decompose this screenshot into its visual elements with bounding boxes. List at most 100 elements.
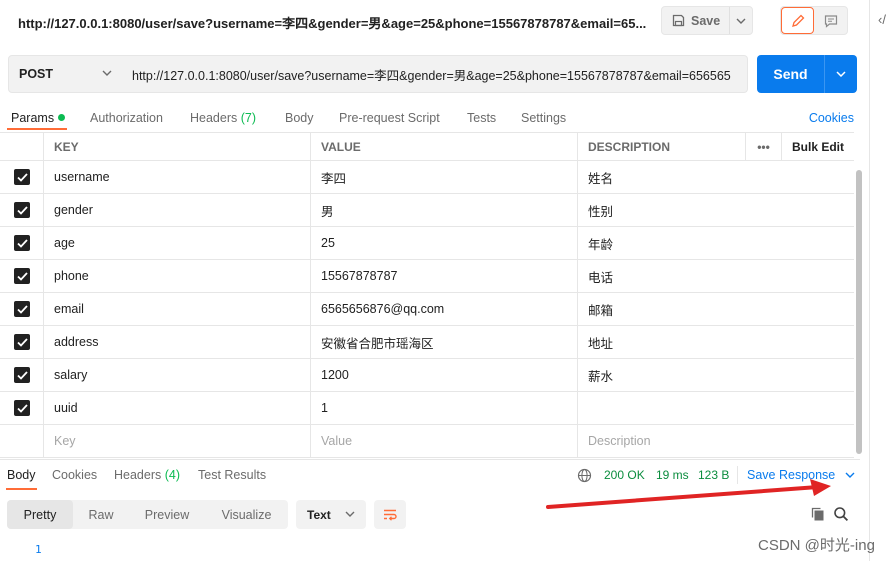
param-key[interactable]: username (43, 161, 310, 193)
more-options-button[interactable]: ••• (745, 133, 781, 160)
wrap-lines-button[interactable] (374, 500, 406, 529)
param-value[interactable]: 1200 (310, 359, 577, 391)
response-divider (0, 459, 860, 460)
param-row: username 李四 姓名 (0, 161, 854, 194)
tab-tests[interactable]: Tests (467, 111, 496, 125)
param-row: age 25 年龄 (0, 227, 854, 260)
request-url-input[interactable]: http://127.0.0.1:8080/user/save?username… (122, 55, 748, 93)
param-checkbox-cell (0, 227, 44, 259)
param-value[interactable]: 男 (310, 194, 577, 226)
param-description[interactable]: 邮箱 (577, 293, 854, 325)
response-line-number: 1 (35, 543, 42, 556)
param-row: gender 男性别 (0, 194, 854, 227)
chevron-down-icon (845, 472, 855, 478)
param-enabled-checkbox[interactable] (14, 202, 30, 218)
param-enabled-checkbox[interactable] (14, 334, 30, 350)
wrap-lines-icon (384, 509, 397, 521)
params-active-dot (58, 114, 66, 121)
tab-settings[interactable]: Settings (521, 111, 566, 125)
response-tab-headers-label: Headers (114, 468, 162, 482)
param-value[interactable]: 1 (310, 392, 577, 424)
format-preview-button[interactable]: Preview (129, 500, 205, 529)
param-key[interactable]: salary (43, 359, 310, 391)
response-tab-test-results[interactable]: Test Results (198, 468, 266, 482)
response-language-select[interactable]: Text (296, 500, 366, 529)
param-description[interactable]: 年龄 (577, 227, 854, 259)
tab-params[interactable]: Params (11, 111, 66, 125)
view-mode-toggle (780, 6, 848, 35)
param-key[interactable]: phone (43, 260, 310, 292)
param-value[interactable]: 安徽省合肥市瑶海区 (310, 326, 577, 358)
http-method-value: POST (19, 67, 54, 81)
send-options-button[interactable] (825, 55, 857, 93)
param-description[interactable]: 地址 (577, 326, 854, 358)
checkmark-icon (16, 304, 28, 314)
checkmark-icon (16, 337, 28, 347)
checkmark-icon (16, 205, 28, 215)
checkmark-icon (16, 370, 28, 380)
response-tab-cookies[interactable]: Cookies (52, 468, 97, 482)
param-enabled-checkbox[interactable] (14, 268, 30, 284)
param-key[interactable]: age (43, 227, 310, 259)
new-param-row: Key Value Description (0, 425, 854, 458)
param-description[interactable]: 性别 (577, 194, 854, 226)
header-description: DESCRIPTION (577, 133, 745, 160)
save-options-button[interactable] (730, 7, 752, 34)
param-description[interactable]: 电话 (577, 260, 854, 292)
param-checkbox-cell (0, 392, 44, 424)
response-tab-headers-count: (4) (164, 468, 181, 482)
checkmark-icon (16, 271, 28, 281)
param-description[interactable]: 薪水 (577, 359, 854, 391)
param-description[interactable]: 姓名 (577, 161, 854, 193)
watermark: CSDN @时光-ing (758, 537, 875, 554)
tab-body[interactable]: Body (285, 111, 314, 125)
edit-mode-button[interactable] (781, 7, 815, 34)
param-row: address 安徽省合肥市瑶海区 地址 (0, 326, 854, 359)
param-enabled-checkbox[interactable] (14, 169, 30, 185)
param-key[interactable]: address (43, 326, 310, 358)
send-button-group: Send (757, 55, 857, 93)
tab-headers-label: Headers (190, 111, 238, 125)
param-value[interactable]: 15567878787 (310, 260, 577, 292)
param-value[interactable]: 李四 (310, 161, 577, 193)
bulk-edit-button[interactable]: Bulk Edit (781, 133, 854, 160)
param-enabled-checkbox[interactable] (14, 367, 30, 383)
new-row-checkbox-cell (0, 425, 44, 457)
response-tab-body[interactable]: Body (7, 468, 36, 482)
http-method-select[interactable]: POST (8, 55, 123, 93)
params-scrollbar[interactable] (856, 170, 862, 454)
param-key[interactable]: uuid (43, 392, 310, 424)
param-key[interactable]: gender (43, 194, 310, 226)
new-key-input[interactable]: Key (43, 425, 310, 457)
tab-pre-request-script[interactable]: Pre-request Script (339, 111, 440, 125)
param-enabled-checkbox[interactable] (14, 301, 30, 317)
tab-headers[interactable]: Headers (7) (190, 111, 256, 125)
param-value[interactable]: 25 (310, 227, 577, 259)
param-enabled-checkbox[interactable] (14, 400, 30, 416)
send-button[interactable]: Send (757, 55, 825, 93)
header-value: VALUE (310, 133, 577, 160)
new-description-input[interactable]: Description (577, 425, 854, 457)
param-enabled-checkbox[interactable] (14, 235, 30, 251)
response-tab-headers[interactable]: Headers (4) (114, 468, 180, 482)
save-button[interactable]: Save (662, 7, 730, 34)
documentation-mode-button[interactable] (814, 7, 847, 34)
param-checkbox-cell (0, 359, 44, 391)
param-key[interactable]: email (43, 293, 310, 325)
param-value[interactable]: 6565656876@qq.com (310, 293, 577, 325)
save-icon (672, 14, 685, 27)
cookies-link[interactable]: Cookies (809, 111, 854, 125)
code-snippet-toggle[interactable]: ‹/ (878, 12, 886, 27)
format-raw-button[interactable]: Raw (73, 500, 129, 529)
chevron-down-icon (345, 511, 355, 517)
params-table-header: KEY VALUE DESCRIPTION ••• Bulk Edit (0, 132, 854, 161)
format-pretty-button[interactable]: Pretty (7, 500, 73, 529)
tab-authorization[interactable]: Authorization (90, 111, 163, 125)
new-value-input[interactable]: Value (310, 425, 577, 457)
chevron-down-icon (102, 70, 112, 76)
param-checkbox-cell (0, 260, 44, 292)
header-key: KEY (43, 133, 310, 160)
format-visualize-button[interactable]: Visualize (205, 500, 288, 529)
request-title[interactable]: http://127.0.0.1:8080/user/save?username… (18, 13, 646, 32)
param-description[interactable] (577, 392, 854, 424)
